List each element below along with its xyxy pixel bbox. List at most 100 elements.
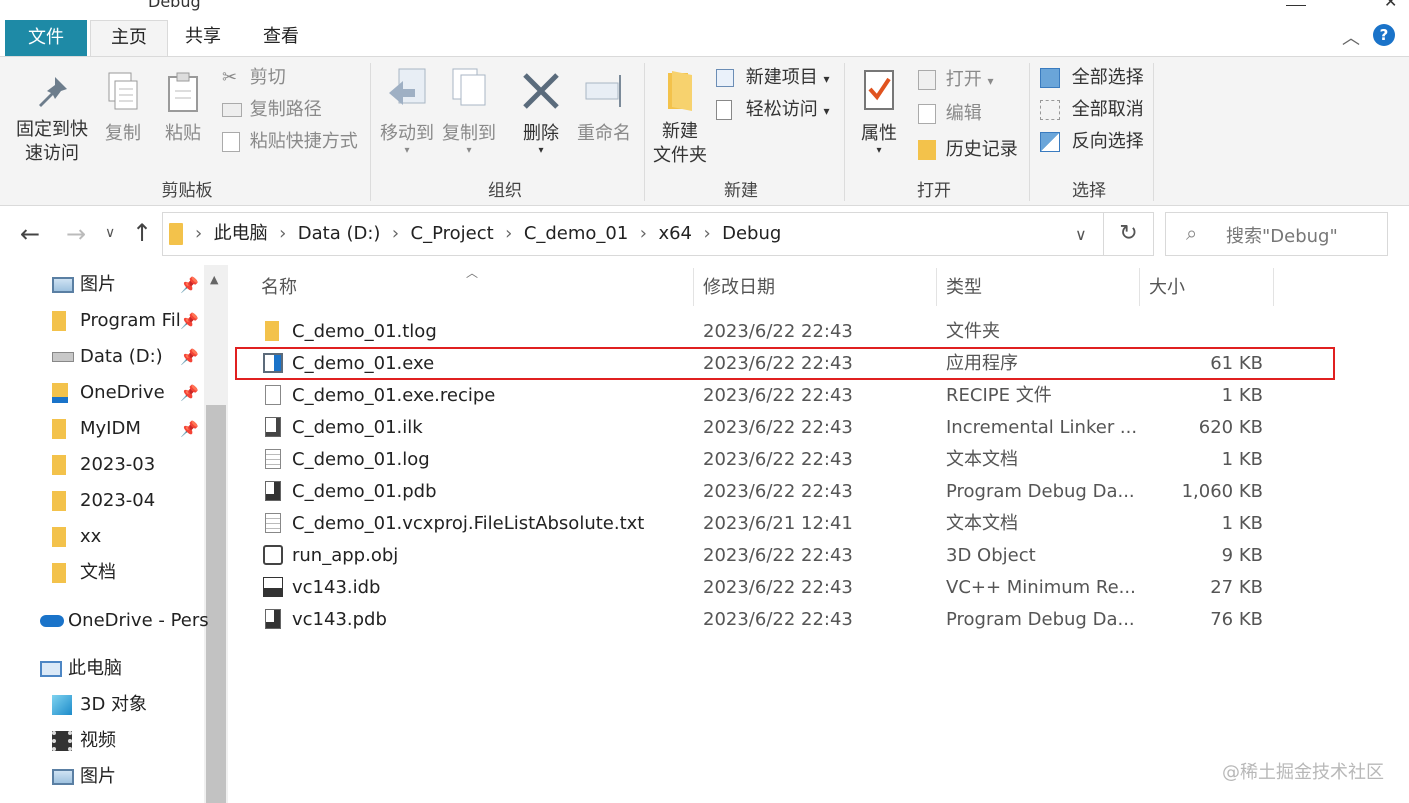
column-header-size[interactable]: 大小 xyxy=(1149,276,1185,300)
breadcrumb-item[interactable]: x64 xyxy=(658,223,692,244)
address-box[interactable]: › 此电脑 › Data (D:) › C_Project › C_demo_0… xyxy=(162,212,1104,256)
new-folder-label-1: 新建 xyxy=(662,121,698,142)
nav-item-2023-03[interactable]: 2023-03 xyxy=(52,452,155,478)
column-divider[interactable] xyxy=(936,268,937,306)
paste-shortcut-button[interactable]: 粘贴快捷方式 xyxy=(222,129,358,155)
nav-item-2023-04[interactable]: 2023-04 xyxy=(52,488,155,514)
nav-item-3d-objects[interactable]: 3D 对象 xyxy=(52,692,147,718)
file-row[interactable]: C_demo_01.exe 2023/6/22 22:43 应用程序 61 KB xyxy=(258,349,1268,379)
copy-to-button[interactable]: 复制到 ▾ xyxy=(440,67,498,156)
edit-button[interactable]: 编辑 xyxy=(918,101,982,127)
column-divider[interactable] xyxy=(1273,268,1274,306)
column-header-date[interactable]: 修改日期 xyxy=(703,276,775,300)
column-header-name[interactable]: 名称 xyxy=(261,276,297,300)
file-name: C_demo_01.pdb xyxy=(292,481,437,502)
easy-access-button[interactable]: 轻松访问 ▾ xyxy=(716,97,830,124)
pin-to-quick-access-button[interactable]: 固定到快 速访问 xyxy=(10,75,94,166)
file-row[interactable]: C_demo_01.ilk 2023/6/22 22:43 Incremental … xyxy=(258,413,1268,443)
move-to-button[interactable]: 移动到 ▾ xyxy=(376,67,438,156)
column-header-type[interactable]: 类型 xyxy=(946,276,982,300)
file-row[interactable]: C_demo_01.log 2023/6/22 22:43 文本文档 1 KB xyxy=(258,445,1268,475)
history-button[interactable]: 历史记录 xyxy=(918,137,1018,163)
minimize-button[interactable] xyxy=(1286,0,1306,6)
forward-arrow-icon[interactable]: → xyxy=(66,220,86,248)
paste-icon xyxy=(168,72,198,112)
invert-selection-button[interactable]: 反向选择 xyxy=(1040,129,1144,155)
search-box[interactable]: ⌕ 搜索"Debug" xyxy=(1165,212,1388,256)
folder-icon xyxy=(52,311,66,331)
delete-button[interactable]: 删除 ▾ xyxy=(516,67,566,156)
nav-item-onedrive[interactable]: OneDrive xyxy=(52,380,165,406)
refresh-button[interactable]: ↻ xyxy=(1104,212,1154,256)
nav-item-label: 此电脑 xyxy=(68,658,122,679)
file-row[interactable]: vc143.pdb 2023/6/22 22:43 Program Debug Da… xyxy=(258,605,1268,635)
tab-share[interactable]: 共享 xyxy=(170,20,236,56)
breadcrumb-item[interactable]: C_demo_01 xyxy=(524,223,629,244)
nav-item-label: xx xyxy=(80,526,102,547)
exe-icon xyxy=(263,353,283,373)
file-date: 2023/6/22 22:43 xyxy=(703,353,853,374)
nav-item-myidm[interactable]: MyIDM xyxy=(52,416,141,442)
cut-button[interactable]: ✂ 剪切 xyxy=(222,65,286,91)
file-type: Program Debug Da... xyxy=(946,481,1135,502)
paste-button[interactable]: 粘贴 xyxy=(160,71,206,146)
file-date: 2023/6/21 12:41 xyxy=(703,513,853,534)
pin-icon: 📌 xyxy=(180,312,199,330)
videos-icon xyxy=(52,731,72,751)
breadcrumb-item[interactable]: 此电脑 xyxy=(214,223,268,244)
nav-scrollbar-thumb[interactable] xyxy=(206,405,226,803)
nav-item-videos[interactable]: 视频 xyxy=(52,728,116,754)
folder-icon xyxy=(52,491,66,511)
nav-item-data-drive[interactable]: Data (D:) xyxy=(52,344,163,370)
select-all-button[interactable]: 全部选择 xyxy=(1040,65,1144,91)
nav-item-pictures[interactable]: 图片 xyxy=(52,272,116,298)
new-folder-button[interactable]: 新建 文件夹 xyxy=(650,69,710,168)
edit-pencil-icon xyxy=(918,104,936,124)
open-button[interactable]: 打开 ▾ xyxy=(918,67,994,94)
file-row[interactable]: C_demo_01.exe.recipe 2023/6/22 22:43 RECIP… xyxy=(258,381,1268,411)
recent-locations-chevron-icon[interactable]: ∨ xyxy=(105,225,115,241)
nav-item-program-files[interactable]: Program Fil xyxy=(52,308,181,334)
rename-button[interactable]: 重命名 xyxy=(574,67,634,146)
onedrive-folder-icon xyxy=(52,383,68,403)
nav-item-documents[interactable]: 文档 xyxy=(52,560,116,586)
file-row[interactable]: C_demo_01.tlog 2023/6/22 22:43 文件夹 xyxy=(258,317,1268,347)
scroll-up-icon[interactable]: ▲ xyxy=(210,273,218,286)
close-button[interactable]: ✕ xyxy=(1384,0,1397,11)
back-arrow-icon[interactable]: ← xyxy=(20,220,40,248)
breadcrumb-item[interactable]: C_Project xyxy=(411,223,494,244)
copy-button[interactable]: 复制 xyxy=(100,71,146,146)
tab-file[interactable]: 文件 xyxy=(5,20,87,56)
ilk-icon xyxy=(265,417,281,437)
file-row[interactable]: vc143.idb 2023/6/22 22:43 VC++ Minimum Re.… xyxy=(258,573,1268,603)
address-history-chevron-icon[interactable]: ∨ xyxy=(1075,225,1087,244)
nav-item-onedrive-personal[interactable]: OneDrive - Pers xyxy=(40,608,209,634)
file-row[interactable]: run_app.obj 2023/6/22 22:43 3D Object 9 KB xyxy=(258,541,1268,571)
select-none-button[interactable]: 全部取消 xyxy=(1040,97,1144,123)
properties-button[interactable]: 属性 ▾ xyxy=(854,67,904,156)
ribbon-tabs: 文件 主页 共享 查看 ︿ ? xyxy=(0,14,1409,56)
help-icon[interactable]: ? xyxy=(1373,24,1395,46)
copy-path-button[interactable]: 复制路径 xyxy=(222,97,322,123)
tab-view[interactable]: 查看 xyxy=(248,20,314,56)
search-input[interactable]: 搜索"Debug" xyxy=(1226,222,1338,248)
breadcrumb-item[interactable]: Data (D:) xyxy=(298,223,381,244)
window-title: Debug xyxy=(148,0,201,11)
up-arrow-icon[interactable]: ↑ xyxy=(132,219,152,247)
file-row[interactable]: C_demo_01.pdb 2023/6/22 22:43 Program Debu… xyxy=(258,477,1268,507)
column-divider[interactable] xyxy=(693,268,694,306)
nav-item-xx[interactable]: xx xyxy=(52,524,101,550)
file-size: 76 KB xyxy=(1210,609,1263,630)
pin-icon: 📌 xyxy=(180,420,199,438)
new-item-button[interactable]: 新建项目 ▾ xyxy=(716,65,830,92)
tab-home[interactable]: 主页 xyxy=(90,20,168,56)
breadcrumb-item[interactable]: Debug xyxy=(722,223,781,244)
column-divider[interactable] xyxy=(1139,268,1140,306)
nav-item-label: 3D 对象 xyxy=(80,694,148,715)
copy-label: 复制 xyxy=(105,123,141,144)
nav-item-pictures[interactable]: 图片 xyxy=(52,764,116,790)
collapse-ribbon-icon[interactable]: ︿ xyxy=(1342,24,1360,50)
nav-item-this-pc[interactable]: 此电脑 xyxy=(40,656,122,682)
file-row[interactable]: C_demo_01.vcxproj.FileListAbsolute.txt 20… xyxy=(258,509,1268,539)
file-type: Incremental Linker ... xyxy=(946,417,1136,438)
